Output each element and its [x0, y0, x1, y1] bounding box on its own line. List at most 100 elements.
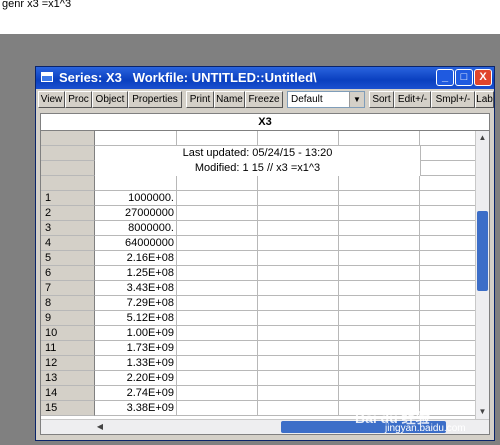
blank-cell[interactable] [258, 221, 339, 236]
blank-cell[interactable] [258, 206, 339, 221]
blank-cell[interactable] [177, 401, 258, 416]
blank-cell[interactable] [177, 266, 258, 281]
blank-cell[interactable] [420, 341, 477, 356]
blank-cell[interactable] [339, 356, 420, 371]
value-cell[interactable]: 3.43E+08 [95, 281, 177, 296]
blank-cell[interactable] [258, 251, 339, 266]
blank-cell[interactable] [177, 311, 258, 326]
blank-cell[interactable] [177, 386, 258, 401]
label-button[interactable]: Lab [475, 91, 494, 108]
sort-button[interactable]: Sort [369, 91, 394, 108]
blank-cell[interactable] [177, 341, 258, 356]
value-cell[interactable]: 1.73E+09 [95, 341, 177, 356]
command-text[interactable]: genr x3 =x1^3 [2, 0, 71, 10]
scroll-down-icon[interactable]: ▼ [476, 405, 489, 419]
blank-cell[interactable] [339, 341, 420, 356]
value-cell[interactable]: 7.29E+08 [95, 296, 177, 311]
title-bar[interactable]: Series: X3 Workfile: UNTITLED::Untitled\… [36, 67, 494, 89]
blank-cell[interactable] [420, 356, 477, 371]
blank-cell[interactable] [339, 236, 420, 251]
value-cell[interactable]: 1.33E+09 [95, 356, 177, 371]
blank-cell[interactable] [420, 311, 477, 326]
blank-cell[interactable] [339, 386, 420, 401]
blank-cell[interactable] [177, 371, 258, 386]
data-grid[interactable]: Last updated: 05/24/15 - 13:20 Modified:… [41, 131, 477, 419]
blank-cell[interactable] [177, 281, 258, 296]
view-select[interactable]: Default ▼ [287, 91, 365, 108]
blank-cell[interactable] [420, 221, 477, 236]
blank-cell[interactable] [258, 281, 339, 296]
value-cell[interactable]: 1.25E+08 [95, 266, 177, 281]
object-button[interactable]: Object [92, 91, 128, 108]
blank-cell[interactable] [420, 266, 477, 281]
blank-cell[interactable] [420, 251, 477, 266]
blank-cell[interactable] [420, 206, 477, 221]
blank-cell[interactable] [258, 266, 339, 281]
blank-cell[interactable] [339, 281, 420, 296]
value-cell[interactable]: 64000000 [95, 236, 177, 251]
view-button[interactable]: View [38, 91, 65, 108]
blank-cell[interactable] [339, 326, 420, 341]
blank-cell[interactable] [258, 401, 339, 416]
blank-cell[interactable] [339, 206, 420, 221]
blank-cell[interactable] [177, 206, 258, 221]
blank-cell[interactable] [339, 266, 420, 281]
value-cell[interactable]: 3.38E+09 [95, 401, 177, 416]
blank-cell[interactable] [420, 296, 477, 311]
proc-button[interactable]: Proc [65, 91, 92, 108]
blank-cell[interactable] [339, 296, 420, 311]
command-window[interactable]: genr x3 =x1^3 [0, 0, 500, 34]
minimize-button[interactable]: _ [436, 69, 454, 86]
properties-button[interactable]: Properties [128, 91, 182, 108]
value-cell[interactable]: 8000000. [95, 221, 177, 236]
blank-cell[interactable] [177, 191, 258, 206]
freeze-button[interactable]: Freeze [245, 91, 283, 108]
blank-cell[interactable] [258, 326, 339, 341]
chevron-down-icon[interactable]: ▼ [349, 92, 364, 107]
blank-cell[interactable] [258, 371, 339, 386]
vertical-scroll-thumb[interactable] [477, 211, 488, 291]
value-cell[interactable]: 1.00E+09 [95, 326, 177, 341]
blank-cell[interactable] [339, 251, 420, 266]
blank-cell [420, 176, 477, 191]
value-cell[interactable]: 27000000 [95, 206, 177, 221]
scroll-up-icon[interactable]: ▲ [476, 131, 489, 145]
blank-cell[interactable] [420, 371, 477, 386]
value-cell[interactable]: 1000000. [95, 191, 177, 206]
blank-cell[interactable] [177, 296, 258, 311]
blank-cell[interactable] [339, 191, 420, 206]
maximize-button[interactable]: □ [455, 69, 473, 86]
blank-cell[interactable] [177, 356, 258, 371]
blank-cell[interactable] [420, 191, 477, 206]
blank-cell[interactable] [339, 311, 420, 326]
close-button[interactable]: X [474, 69, 492, 86]
blank-cell[interactable] [258, 356, 339, 371]
blank-cell[interactable] [420, 236, 477, 251]
value-cell[interactable]: 5.12E+08 [95, 311, 177, 326]
blank-cell[interactable] [177, 221, 258, 236]
spreadsheet[interactable]: X3 Last updated: 05/24/15 - 13:20 Modifi… [40, 113, 490, 435]
blank-cell[interactable] [258, 311, 339, 326]
print-button[interactable]: Print [186, 91, 214, 108]
value-cell[interactable]: 2.16E+08 [95, 251, 177, 266]
blank-cell[interactable] [420, 281, 477, 296]
blank-cell[interactable] [177, 251, 258, 266]
blank-cell[interactable] [339, 221, 420, 236]
blank-cell[interactable] [420, 326, 477, 341]
edit-button[interactable]: Edit+/- [394, 91, 431, 108]
value-cell[interactable]: 2.20E+09 [95, 371, 177, 386]
blank-cell[interactable] [258, 236, 339, 251]
blank-cell[interactable] [258, 296, 339, 311]
smpl-button[interactable]: Smpl+/- [431, 91, 475, 108]
blank-cell[interactable] [339, 371, 420, 386]
blank-cell[interactable] [258, 386, 339, 401]
value-cell[interactable]: 2.74E+09 [95, 386, 177, 401]
scroll-left-icon[interactable]: ◀ [93, 420, 107, 434]
blank-cell[interactable] [258, 191, 339, 206]
blank-cell[interactable] [177, 236, 258, 251]
blank-cell[interactable] [258, 341, 339, 356]
vertical-scrollbar[interactable]: ▲ ▼ [475, 131, 489, 419]
name-button[interactable]: Name [214, 91, 245, 108]
blank-cell[interactable] [177, 326, 258, 341]
blank-cell[interactable] [420, 386, 477, 401]
